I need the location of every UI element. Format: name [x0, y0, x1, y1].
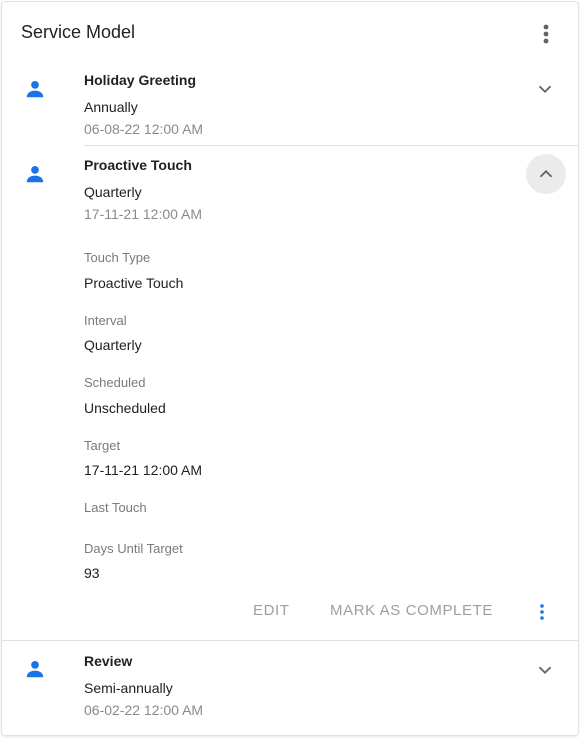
interval-label: Interval: [84, 313, 127, 328]
mark-as-complete-button[interactable]: MARK AS COMPLETE: [330, 602, 493, 619]
scheduled-value: Unscheduled: [84, 400, 166, 416]
more-vert-icon[interactable]: [532, 20, 560, 48]
item-title: Holiday Greeting: [84, 72, 197, 88]
list-item-review[interactable]: Review Semi-annually 06-02-22 12:00 AM: [2, 641, 578, 733]
interval-value: Quarterly: [84, 337, 142, 353]
person-icon: [24, 78, 46, 100]
days-until-target-label: Days Until Target: [84, 541, 183, 556]
card-header: Service Model: [2, 2, 578, 62]
target-value: 17-11-21 12:00 AM: [84, 462, 203, 478]
item-date: 06-02-22 12:00 AM: [84, 702, 204, 718]
days-until-target-value: 93: [84, 565, 100, 581]
list-item-holiday-greeting[interactable]: Holiday Greeting Annually 06-08-22 12:00…: [2, 62, 578, 146]
last-touch-label: Last Touch: [84, 500, 147, 515]
edit-button[interactable]: EDIT: [253, 602, 290, 619]
touch-type-value: Proactive Touch: [84, 275, 184, 291]
person-icon: [24, 658, 46, 680]
item-frequency: Semi-annually: [84, 680, 173, 696]
item-frequency: Quarterly: [84, 184, 142, 200]
card-title: Service Model: [21, 22, 136, 42]
collapse-button[interactable]: [526, 154, 566, 194]
item-title: Review: [84, 653, 133, 669]
item-date: 17-11-21 12:00 AM: [84, 206, 203, 222]
target-label: Target: [84, 438, 121, 453]
person-icon: [24, 163, 46, 185]
item-frequency: Annually: [84, 99, 138, 115]
more-vert-icon[interactable]: [530, 600, 554, 624]
chevron-up-icon: [535, 163, 557, 185]
item-title: Proactive Touch: [84, 157, 192, 173]
chevron-down-icon[interactable]: [534, 659, 556, 681]
scheduled-label: Scheduled: [84, 375, 146, 390]
service-model-card: Service Model Holiday Greeting Annually …: [2, 2, 578, 735]
item-date: 06-08-22 12:00 AM: [84, 121, 204, 137]
touch-type-label: Touch Type: [84, 250, 151, 265]
chevron-down-icon[interactable]: [534, 78, 556, 100]
